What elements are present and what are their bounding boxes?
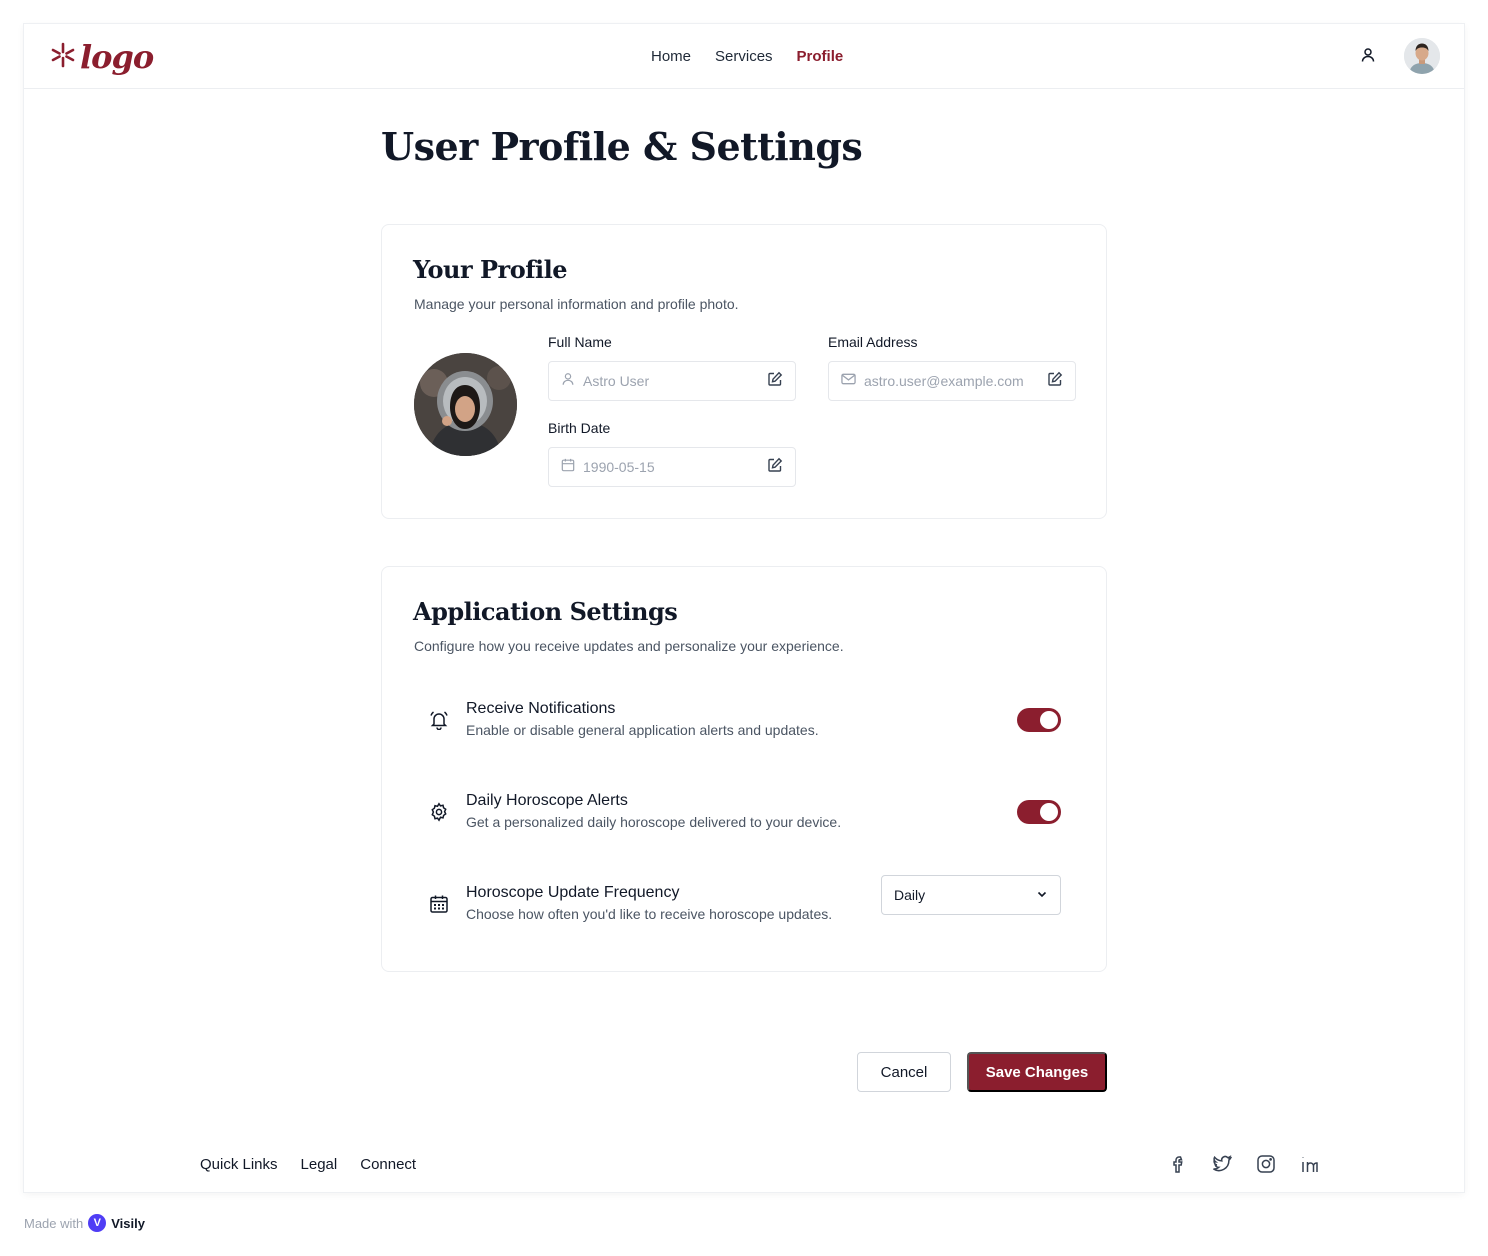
profile-card: Your Profile Manage your personal inform… bbox=[381, 224, 1107, 519]
settings-card-description: Configure how you receive updates and pe… bbox=[414, 638, 844, 654]
main-nav: Home Services Profile bbox=[651, 48, 843, 65]
save-button[interactable]: Save Changes bbox=[967, 1052, 1107, 1092]
top-header: logo Home Services Profile bbox=[24, 24, 1464, 89]
instagram-icon[interactable] bbox=[1256, 1154, 1276, 1174]
toggle-knob bbox=[1040, 711, 1058, 729]
profile-card-title: Your Profile bbox=[413, 255, 568, 284]
profile-card-description: Manage your personal information and pro… bbox=[414, 296, 739, 312]
email-field[interactable]: astro.user@example.com bbox=[828, 361, 1076, 401]
profile-photo[interactable] bbox=[414, 353, 517, 456]
email-label: Email Address bbox=[828, 334, 918, 350]
setting-description: Get a personalized daily horoscope deliv… bbox=[466, 814, 842, 830]
calendar-icon bbox=[429, 894, 449, 919]
full-name-label: Full Name bbox=[548, 334, 612, 350]
avatar[interactable] bbox=[1404, 38, 1440, 74]
logo[interactable]: logo bbox=[50, 38, 154, 76]
nav-services[interactable]: Services bbox=[715, 48, 773, 65]
chevron-down-icon bbox=[1036, 887, 1048, 903]
full-name-field[interactable]: Astro User bbox=[548, 361, 796, 401]
birth-date-value: 1990-05-15 bbox=[583, 459, 655, 475]
email-value: astro.user@example.com bbox=[864, 373, 1024, 389]
notifications-toggle[interactable] bbox=[1017, 708, 1061, 732]
footer-link-connect[interactable]: Connect bbox=[360, 1156, 416, 1173]
frequency-select[interactable]: Daily bbox=[881, 875, 1061, 915]
twitter-icon[interactable] bbox=[1212, 1154, 1233, 1174]
cancel-button[interactable]: Cancel bbox=[857, 1052, 951, 1092]
edit-icon[interactable] bbox=[1047, 371, 1063, 392]
setting-notifications: Receive Notifications Enable or disable … bbox=[429, 700, 1061, 744]
frequency-selected-value: Daily bbox=[894, 887, 926, 903]
birth-date-label: Birth Date bbox=[548, 420, 611, 436]
made-with-text: Made with bbox=[24, 1215, 84, 1231]
setting-title: Daily Horoscope Alerts bbox=[466, 792, 628, 809]
social-links bbox=[1168, 1154, 1320, 1174]
setting-title: Horoscope Update Frequency bbox=[466, 884, 680, 901]
setting-frequency: Horoscope Update Frequency Choose how of… bbox=[429, 875, 1061, 928]
visily-logo-icon: V bbox=[88, 1214, 107, 1232]
settings-card-title: Application Settings bbox=[413, 597, 678, 626]
setting-description: Choose how often you'd like to receive h… bbox=[466, 906, 833, 922]
app-window: logo Home Services Profile User Profile … bbox=[24, 24, 1464, 1192]
user-icon bbox=[561, 372, 575, 391]
setting-description: Enable or disable general application al… bbox=[466, 722, 819, 738]
calendar-icon bbox=[561, 458, 575, 477]
setting-title: Receive Notifications bbox=[466, 700, 616, 717]
facebook-icon[interactable] bbox=[1168, 1154, 1188, 1174]
setting-horoscope-alerts: Daily Horoscope Alerts Get a personalize… bbox=[429, 792, 1061, 836]
logo-text: logo bbox=[80, 38, 154, 76]
gear-icon bbox=[429, 802, 449, 827]
edit-icon[interactable] bbox=[767, 457, 783, 478]
footer-link-legal[interactable]: Legal bbox=[301, 1156, 338, 1173]
mail-icon bbox=[841, 372, 856, 391]
bell-icon bbox=[429, 710, 449, 735]
full-name-value: Astro User bbox=[583, 373, 650, 389]
footer-links: Quick Links Legal Connect bbox=[200, 1156, 416, 1173]
logo-asterisk-icon bbox=[50, 41, 76, 74]
linkedin-icon[interactable] bbox=[1300, 1154, 1320, 1174]
birth-date-field[interactable]: 1990-05-15 bbox=[548, 447, 796, 487]
visily-brand: Visily bbox=[111, 1215, 145, 1231]
horoscope-alerts-toggle[interactable] bbox=[1017, 800, 1061, 824]
user-icon[interactable] bbox=[1360, 47, 1376, 68]
footer-link-quick-links[interactable]: Quick Links bbox=[200, 1156, 278, 1173]
page-title: User Profile & Settings bbox=[381, 124, 863, 169]
toggle-knob bbox=[1040, 803, 1058, 821]
nav-home[interactable]: Home bbox=[651, 48, 691, 65]
made-with-badge[interactable]: Made with V Visily bbox=[24, 1214, 145, 1232]
settings-card: Application Settings Configure how you r… bbox=[381, 566, 1107, 972]
nav-profile[interactable]: Profile bbox=[797, 48, 844, 65]
edit-icon[interactable] bbox=[767, 371, 783, 392]
